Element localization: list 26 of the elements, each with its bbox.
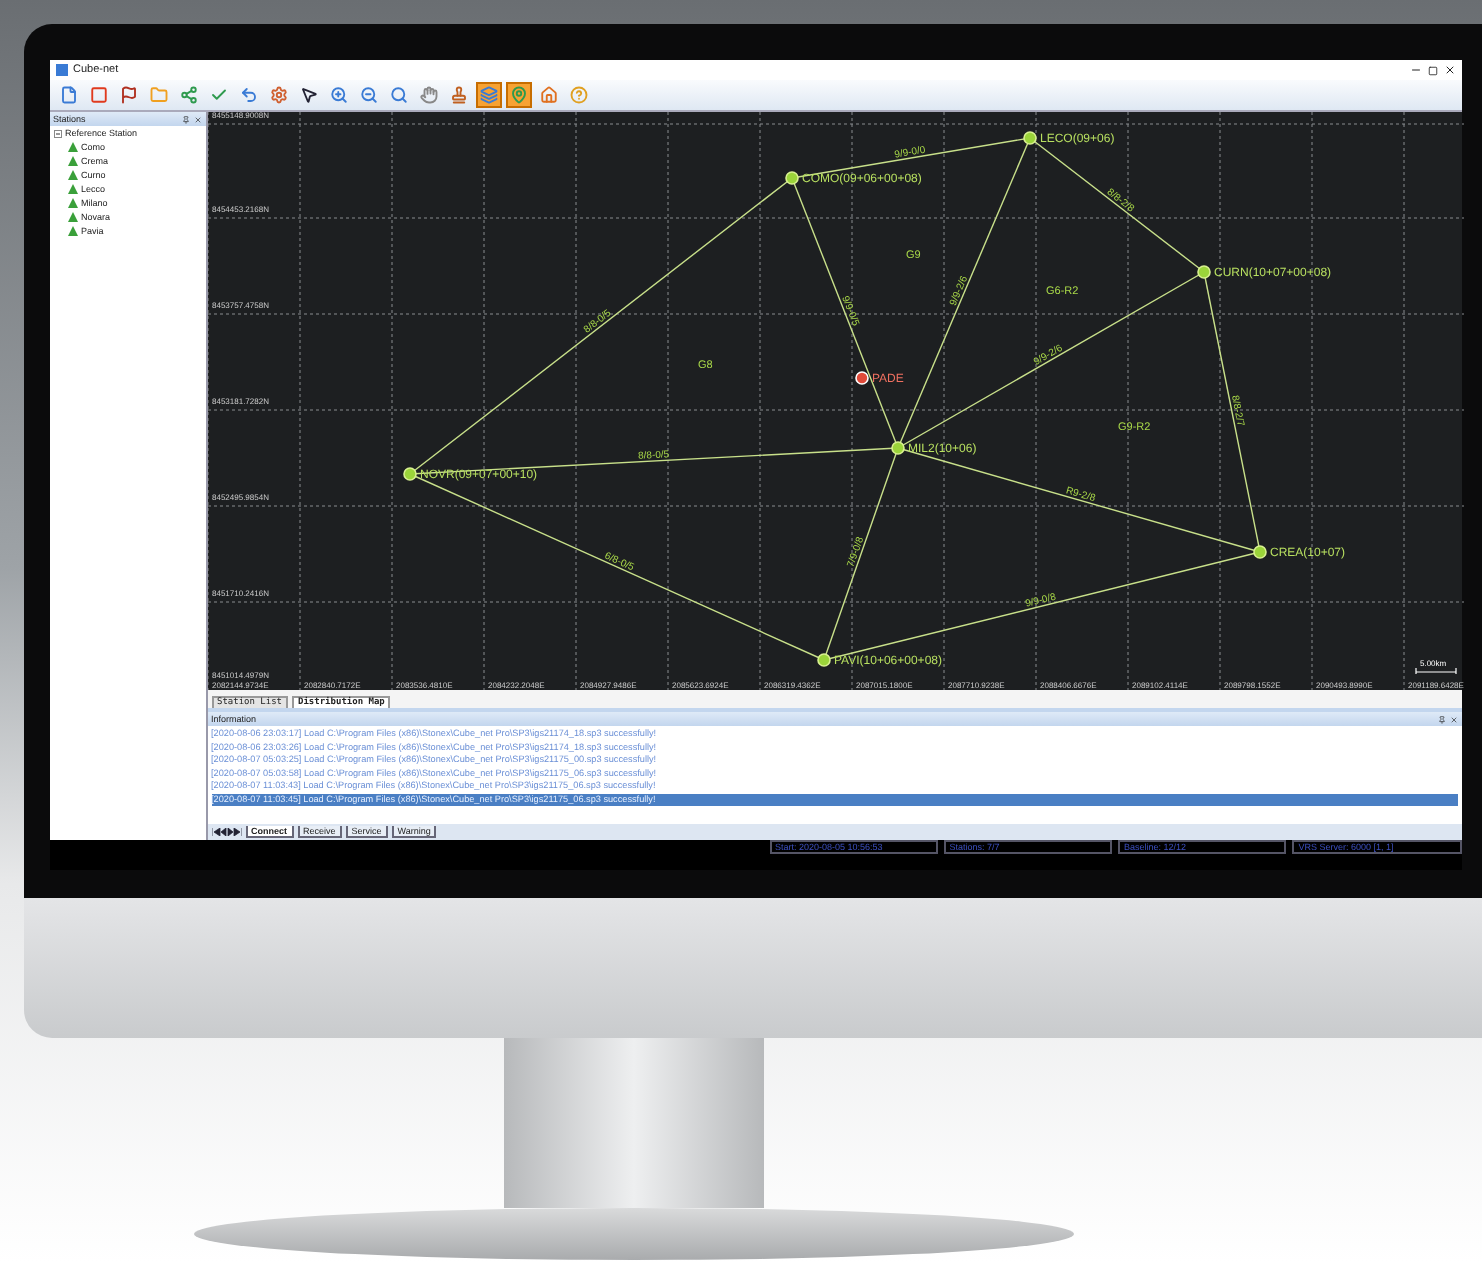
search-icon[interactable] [385, 82, 411, 108]
maximize-icon[interactable] [1427, 65, 1437, 75]
app-icon [55, 64, 67, 76]
pin-icon[interactable] [505, 82, 531, 108]
station-node[interactable] [784, 171, 798, 185]
hand-icon[interactable] [415, 82, 441, 108]
station-node[interactable] [1196, 265, 1210, 279]
stop-icon[interactable] [85, 82, 111, 108]
layers-icon[interactable] [475, 82, 501, 108]
tab-scroll-arrows-icon[interactable] [211, 828, 241, 836]
station-node[interactable] [816, 653, 830, 667]
zoom-out-icon[interactable] [355, 82, 381, 108]
station-node[interactable] [890, 441, 904, 455]
station-node[interactable] [402, 467, 416, 481]
minimize-icon[interactable] [1409, 64, 1421, 76]
station-node[interactable] [1252, 545, 1266, 559]
collapse-icon[interactable] [53, 129, 61, 137]
zoom-in-icon[interactable] [325, 82, 351, 108]
close-icon[interactable] [1443, 64, 1455, 76]
share-icon[interactable] [175, 82, 201, 108]
station-node[interactable] [1022, 131, 1036, 145]
pin-icon[interactable] [1437, 715, 1445, 723]
pin-icon[interactable] [181, 115, 189, 123]
home-icon[interactable] [535, 82, 561, 108]
help-icon[interactable] [565, 82, 591, 108]
settings-icon[interactable] [265, 82, 291, 108]
